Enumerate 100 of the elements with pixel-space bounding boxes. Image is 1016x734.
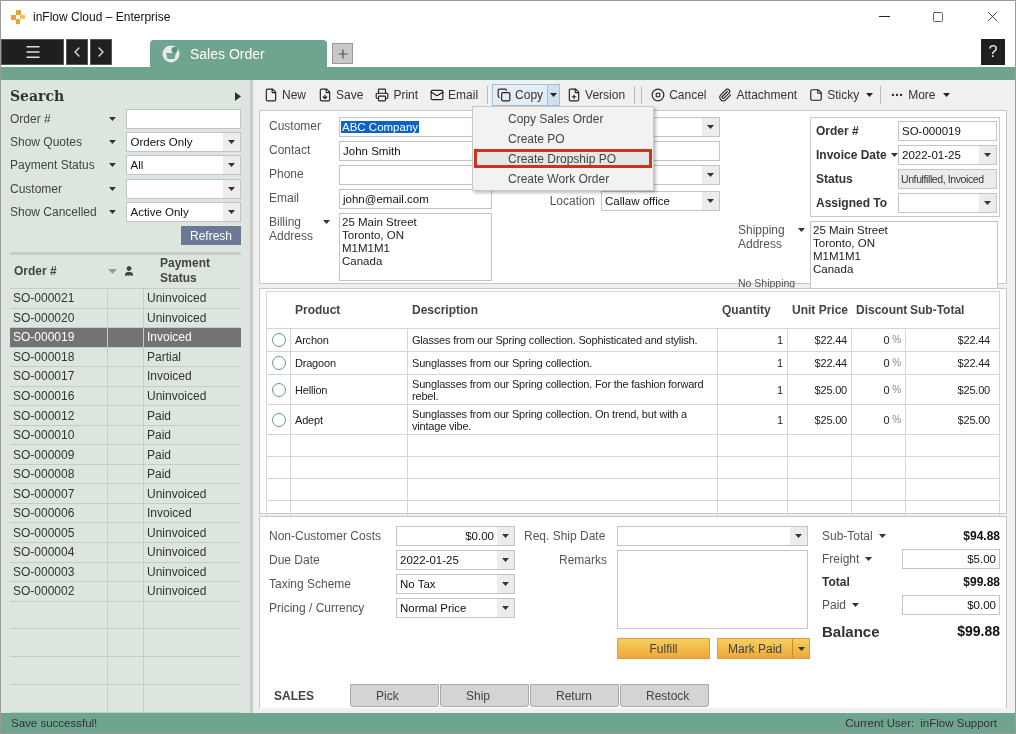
refresh-button[interactable]: Refresh — [181, 226, 241, 245]
toolbar-button[interactable]: Version — [562, 84, 631, 106]
radio-button[interactable] — [271, 333, 286, 347]
forward-button[interactable] — [90, 39, 112, 65]
back-button[interactable] — [66, 39, 88, 65]
select-field[interactable] — [126, 178, 241, 199]
input-field[interactable]: $5.00 — [902, 549, 1000, 569]
caret-icon — [707, 125, 714, 129]
total-label: Freight — [822, 552, 860, 566]
tab[interactable]: Ship — [440, 684, 529, 707]
order-row[interactable]: SO-000018 Partial — [10, 347, 241, 368]
field-label: Taxing Scheme — [269, 577, 352, 591]
toolbar-button[interactable]: Cancel — [646, 84, 712, 106]
caret-icon — [984, 153, 991, 157]
order-row[interactable]: SO-000016 Uninvoiced — [10, 386, 241, 407]
column-header[interactable]: Discount — [852, 292, 906, 328]
order-number: SO-000005 — [10, 523, 108, 542]
select-field[interactable]: Callaw office — [601, 191, 720, 211]
order-row[interactable]: SO-000009 Paid — [10, 445, 241, 465]
caret-icon — [502, 606, 509, 610]
maximize-icon — [932, 10, 944, 23]
toolbar-button[interactable]: Save — [313, 84, 369, 106]
select-field[interactable]: All — [126, 155, 241, 176]
radio-button[interactable] — [271, 356, 286, 370]
tab[interactable]: Restock — [620, 684, 709, 707]
order-row[interactable]: SO-000017 Invoiced — [10, 367, 241, 387]
payment-status: Uninvoiced — [146, 563, 208, 581]
caret-icon — [108, 186, 116, 191]
total-label: Balance — [822, 622, 880, 640]
column-header[interactable]: Description — [408, 292, 718, 328]
select-field[interactable]: Active Only — [126, 202, 241, 223]
input-field[interactable] — [126, 108, 241, 129]
collapse-arrow-icon[interactable] — [235, 91, 241, 101]
caret-icon — [108, 210, 116, 215]
column-header[interactable]: Payment Status — [144, 254, 244, 289]
order-row[interactable]: SO-000003 Uninvoiced — [10, 562, 241, 583]
table-cell: 1 — [718, 329, 788, 351]
toolbar-button[interactable]: Sticky — [804, 84, 865, 106]
input-field[interactable]: john@email.com — [339, 189, 492, 209]
input-field[interactable]: $0.00 — [902, 595, 1000, 615]
select-field[interactable]: Orders Only — [126, 132, 241, 153]
select-field[interactable]: 2022-01-25 — [898, 145, 997, 165]
column-header[interactable]: Product — [291, 292, 408, 328]
no-shipping-link[interactable]: No Shipping — [738, 277, 796, 289]
caret-icon — [108, 163, 116, 168]
order-number: SO-000002 — [10, 582, 108, 601]
order-row[interactable]: SO-000007 Uninvoiced — [10, 484, 241, 504]
filter-label: Show Cancelled — [10, 205, 98, 220]
new-tab-button[interactable] — [332, 43, 353, 64]
order-row[interactable]: SO-000019 Invoiced — [10, 328, 241, 348]
help-button[interactable]: ? — [981, 39, 1005, 65]
table-cell: 0 % — [852, 329, 906, 351]
table-cell: Archon — [291, 329, 408, 351]
input-field[interactable]: SO-000019 — [898, 121, 997, 141]
toolbar-button[interactable]: New — [259, 84, 311, 106]
order-row[interactable]: SO-000005 Uninvoiced — [10, 523, 241, 543]
select-field[interactable]: $0.00 — [396, 526, 515, 546]
order-number: SO-000021 — [10, 289, 108, 308]
menu-item[interactable]: Create Dropship PO — [474, 149, 652, 168]
menu-button[interactable] — [1, 39, 64, 65]
select-field[interactable]: 2022-01-25 — [396, 550, 515, 570]
select-field[interactable]: Normal Price — [396, 598, 515, 618]
column-header[interactable]: Quantity — [718, 292, 788, 328]
table-cell-text: $22.44 — [956, 356, 991, 371]
order-row[interactable]: SO-000012 Paid — [10, 406, 241, 426]
radio-button[interactable] — [271, 412, 286, 427]
toolbar-button[interactable]: More — [885, 84, 941, 106]
tab[interactable]: Return — [530, 684, 619, 707]
toolbar-button[interactable]: Email — [425, 84, 484, 106]
radio-button[interactable] — [271, 382, 286, 397]
sort-arrow-icon[interactable] — [108, 268, 117, 274]
address-field[interactable]: 25 Main Street Toronto, ON M1M1M1 Canada — [810, 221, 998, 289]
menu-item[interactable]: Create Work Order — [474, 169, 652, 188]
tab[interactable]: Pick — [350, 684, 439, 707]
column-header[interactable]: Sub-Total — [906, 292, 994, 328]
select-field[interactable] — [898, 193, 997, 213]
toolbar-button[interactable]: Copy — [492, 84, 549, 106]
order-row[interactable]: SO-000002 Uninvoiced — [10, 582, 241, 602]
remarks-field[interactable] — [617, 550, 808, 629]
toolbar-button[interactable]: Attachment — [713, 84, 803, 106]
select-field[interactable]: No Tax — [396, 574, 515, 594]
payment-status: Uninvoiced — [146, 485, 208, 503]
date-field[interactable] — [617, 526, 808, 546]
caret-icon — [798, 228, 805, 232]
address-field[interactable]: 25 Main Street Toronto, ON M1M1M1 Canada — [339, 213, 492, 281]
order-row[interactable]: SO-000004 Uninvoiced — [10, 542, 241, 563]
payment-status: Paid — [146, 407, 173, 425]
order-row[interactable]: SO-000021 Uninvoiced — [10, 289, 241, 309]
column-header[interactable]: Order # — [10, 254, 108, 289]
order-row[interactable]: SO-000008 Paid — [10, 464, 241, 485]
order-row[interactable]: SO-000010 Paid — [10, 425, 241, 446]
total-value: $99.88 — [956, 623, 1000, 639]
column-header[interactable]: Unit Price — [788, 292, 852, 328]
toolbar-button[interactable]: Print — [370, 84, 424, 106]
order-row[interactable]: SO-000006 Invoiced — [10, 503, 241, 524]
action-button[interactable]: Fulfill — [617, 638, 710, 659]
action-button[interactable]: Mark Paid — [717, 638, 810, 659]
order-number: SO-000009 — [10, 445, 108, 464]
app-logo-icon — [11, 9, 25, 24]
dropdown-button[interactable] — [547, 84, 561, 106]
